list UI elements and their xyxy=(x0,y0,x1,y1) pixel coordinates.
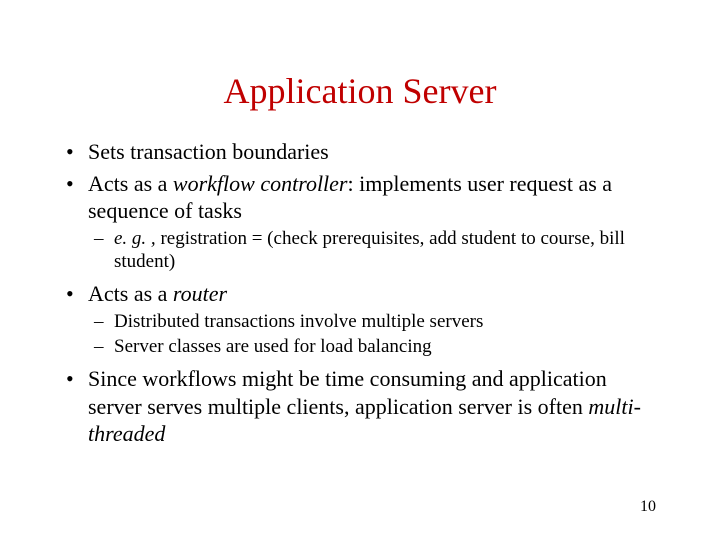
bullet-text: Sets transaction boundaries xyxy=(88,139,329,164)
sub-bullet-item: Distributed transactions involve multipl… xyxy=(88,310,660,334)
sub-bullet-text: Distributed transactions involve multipl… xyxy=(114,311,483,332)
sub-bullet-text: Server classes are used for load balanci… xyxy=(114,336,432,357)
bullet-item: Sets transaction boundaries xyxy=(60,138,660,166)
bullet-text-italic: router xyxy=(173,281,227,306)
bullet-list: Sets transaction boundaries Acts as a wo… xyxy=(60,138,660,448)
sub-bullet-list: Distributed transactions involve multipl… xyxy=(88,310,660,360)
sub-bullet-item: e. g. , registration = (check prerequisi… xyxy=(88,227,660,275)
sub-bullet-text-italic: e. g. , xyxy=(114,228,160,249)
sub-bullet-item: Server classes are used for load balanci… xyxy=(88,335,660,359)
sub-bullet-text: registration = (check prerequisites, add… xyxy=(114,228,625,273)
bullet-item: Since workflows might be time consuming … xyxy=(60,365,660,448)
bullet-text-italic: workflow controller xyxy=(173,171,348,196)
bullet-item: Acts as a router Distributed transaction… xyxy=(60,280,660,359)
bullet-text-part: Acts as a xyxy=(88,171,173,196)
slide-title: Application Server xyxy=(60,70,660,112)
page-number: 10 xyxy=(640,498,656,516)
sub-bullet-list: e. g. , registration = (check prerequisi… xyxy=(88,227,660,275)
bullet-text-part: Acts as a xyxy=(88,281,173,306)
bullet-text-part: Since workflows might be time consuming … xyxy=(88,366,607,419)
bullet-item: Acts as a workflow controller: implement… xyxy=(60,170,660,275)
